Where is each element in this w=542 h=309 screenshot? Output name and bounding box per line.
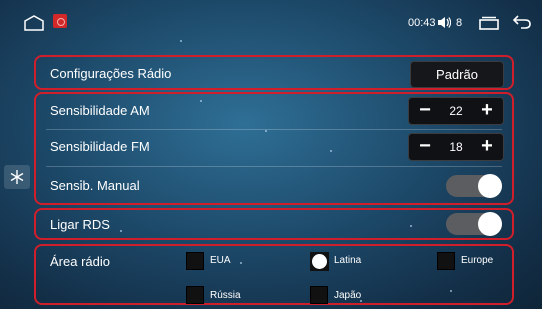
am-sensitivity-stepper: − 22 + <box>408 97 504 125</box>
sensitivity-group: Sensibilidade AM − 22 + Sensibilidade FM… <box>34 92 514 205</box>
volume-icon[interactable] <box>437 16 451 29</box>
am-sensitivity-value: 22 <box>449 104 463 118</box>
region-latina-radio[interactable] <box>310 252 329 271</box>
am-sensitivity-label: Sensibilidade AM <box>50 103 150 118</box>
region-latina-label: Latina <box>334 255 362 266</box>
region-europe-checkbox[interactable] <box>437 252 455 270</box>
manual-sensitivity-toggle[interactable] <box>446 174 502 198</box>
default-button[interactable]: Padrão <box>410 61 504 88</box>
fm-sensitivity-label: Sensibilidade FM <box>50 139 150 154</box>
home-icon[interactable] <box>24 15 44 31</box>
radio-area-label: Área rádio <box>50 254 110 269</box>
region-japan-label: Japão <box>334 290 362 301</box>
side-panel-handle[interactable] <box>4 165 30 189</box>
toggle-knob <box>478 174 502 198</box>
am-decrease-button[interactable]: − <box>411 98 439 124</box>
fm-decrease-button[interactable]: − <box>411 134 439 160</box>
manual-sensitivity-label: Sensib. Manual <box>50 178 140 193</box>
rds-row: Ligar RDS <box>34 208 514 240</box>
app-icon[interactable] <box>53 14 67 28</box>
fm-sensitivity-value: 18 <box>449 140 463 154</box>
back-icon[interactable] <box>512 14 532 30</box>
fm-increase-button[interactable]: + <box>473 134 501 160</box>
status-bar: 00:43 8 <box>0 0 542 46</box>
radio-config-row: Configurações Rádio Padrão <box>34 55 514 90</box>
region-russia-label: Rússia <box>210 290 241 301</box>
region-usa-checkbox[interactable] <box>186 252 204 270</box>
fm-sensitivity-stepper: − 18 + <box>408 133 504 161</box>
radio-area-row: Área rádio EUA Latina Europe Rússia Japã… <box>34 244 514 305</box>
volume-level: 8 <box>456 17 463 29</box>
toggle-knob <box>478 212 502 236</box>
rds-label: Ligar RDS <box>50 217 110 232</box>
region-japan-checkbox[interactable] <box>310 286 328 304</box>
clock: 00:43 <box>408 17 436 29</box>
region-russia-checkbox[interactable] <box>186 286 204 304</box>
divider <box>46 129 502 130</box>
radio-config-label: Configurações Rádio <box>50 66 172 81</box>
divider <box>46 166 502 167</box>
snowflake-icon <box>10 170 24 184</box>
am-increase-button[interactable]: + <box>473 98 501 124</box>
region-europe-label: Europe <box>461 255 494 266</box>
region-usa-label: EUA <box>210 255 231 266</box>
rds-toggle[interactable] <box>446 212 502 236</box>
recent-apps-icon[interactable] <box>479 16 499 30</box>
